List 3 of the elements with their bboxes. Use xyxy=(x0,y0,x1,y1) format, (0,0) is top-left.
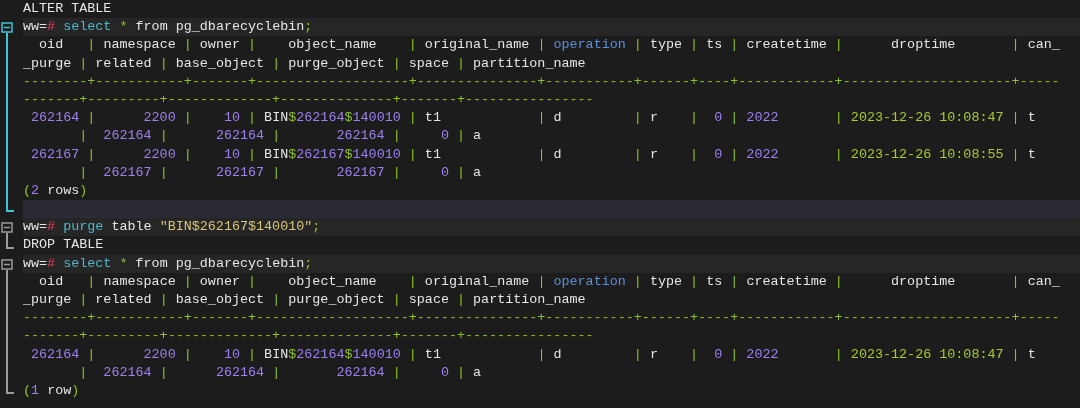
collapse-icon[interactable] xyxy=(1,222,13,234)
collapse-icon[interactable] xyxy=(1,22,13,34)
collapse-icon[interactable] xyxy=(1,258,13,270)
